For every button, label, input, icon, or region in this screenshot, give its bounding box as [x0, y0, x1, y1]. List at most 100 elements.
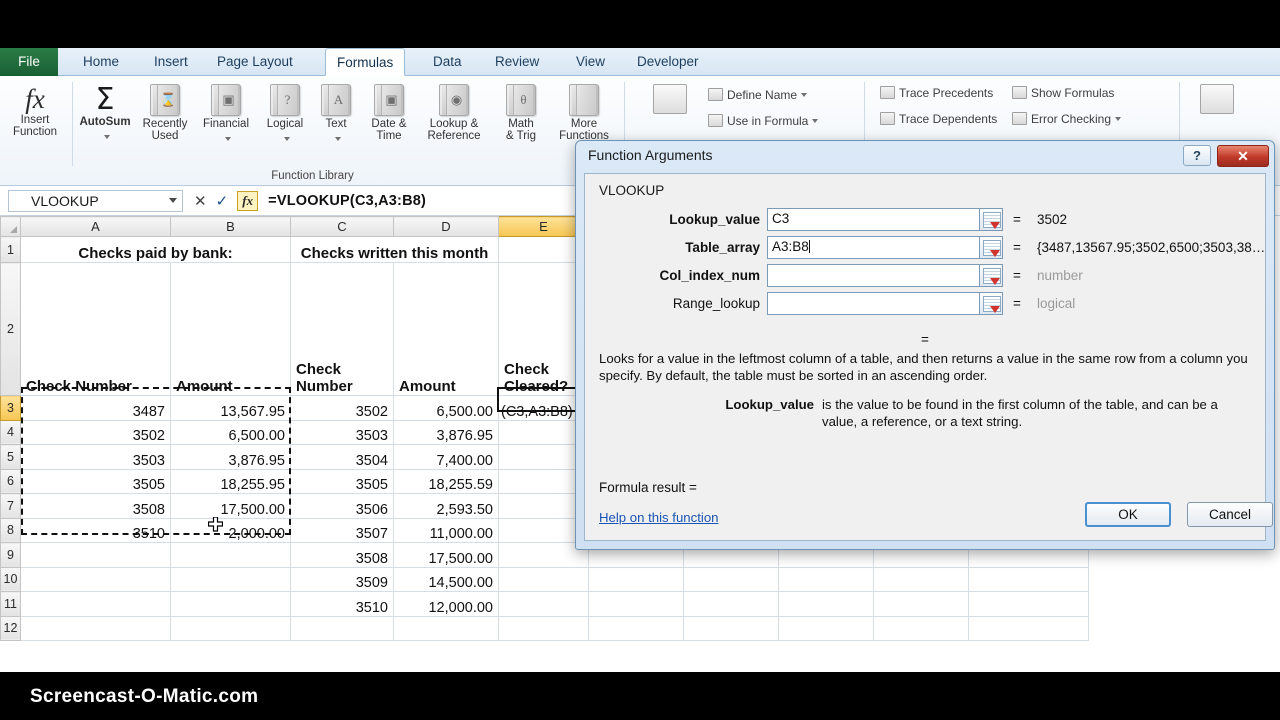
row-header-10[interactable]: 10 — [0, 566, 21, 592]
cell-c9[interactable]: 3508 — [290, 542, 394, 568]
cell-h12[interactable] — [778, 616, 874, 641]
cell-c6[interactable]: 3505 — [290, 469, 394, 494]
cell-a4[interactable]: 3502 — [20, 420, 171, 445]
dialog-close-button[interactable]: ✕ — [1217, 145, 1269, 167]
arg-input-range-lookup[interactable] — [767, 292, 992, 315]
help-on-this-function-link[interactable]: Help on this function — [599, 510, 719, 525]
define-name-button[interactable]: Define Name — [708, 88, 808, 102]
cell-b6[interactable]: 18,255.95 — [170, 469, 291, 494]
column-header-a[interactable]: A — [20, 216, 171, 237]
insert-function-button[interactable]: fx Insert Function — [4, 84, 66, 138]
cancel-formula-icon[interactable]: ✕ — [194, 192, 207, 210]
row-header-9[interactable]: 9 — [0, 542, 21, 568]
cell-b12[interactable] — [170, 616, 291, 641]
cell-d7[interactable]: 2,593.50 — [393, 493, 499, 519]
cell-h10[interactable] — [778, 567, 874, 592]
dialog-help-button[interactable]: ? — [1183, 145, 1211, 166]
row-header-5[interactable]: 5 — [0, 444, 21, 470]
cell-b10[interactable] — [170, 567, 291, 592]
cell-a1[interactable]: Checks paid by bank: — [20, 236, 291, 263]
lookup-reference-button[interactable]: ◉ Lookup & Reference — [418, 84, 490, 142]
cell-d6[interactable]: 18,255.59 — [393, 469, 499, 494]
cell-g10[interactable] — [683, 567, 779, 592]
cell-c1[interactable]: Checks written this month — [290, 236, 499, 263]
cell-i12[interactable] — [873, 616, 969, 641]
name-box-chevron-down-icon[interactable] — [169, 198, 177, 203]
name-manager-button[interactable] — [642, 84, 698, 116]
cell-d12[interactable] — [393, 616, 499, 641]
column-header-c[interactable]: C — [290, 216, 394, 237]
tab-data[interactable]: Data — [422, 48, 473, 76]
column-header-b[interactable]: B — [170, 216, 291, 237]
cell-d8[interactable]: 11,000.00 — [393, 518, 499, 543]
cell-h11[interactable] — [778, 591, 874, 617]
cell-b3[interactable]: 13,567.95 — [170, 395, 291, 421]
insert-function-icon[interactable]: fx — [237, 190, 259, 211]
column-header-d[interactable]: D — [393, 216, 499, 237]
text-button[interactable]: A Text — [312, 84, 360, 148]
cell-d4[interactable]: 3,876.95 — [393, 420, 499, 445]
error-checking-button[interactable]: Error Checking — [1012, 112, 1122, 126]
chevron-down-icon-logical[interactable] — [284, 137, 290, 141]
cell-c5[interactable]: 3504 — [290, 444, 394, 470]
math-trig-button[interactable]: θ Math & Trig — [494, 84, 548, 142]
cell-e12[interactable] — [498, 616, 589, 641]
cell-i11[interactable] — [873, 591, 969, 617]
cell-c4[interactable]: 3503 — [290, 420, 394, 445]
row-header-1[interactable]: 1 — [0, 236, 21, 263]
range-selector-icon-table-array[interactable] — [979, 236, 1003, 259]
cell-a5[interactable]: 3503 — [20, 444, 171, 470]
name-box[interactable]: VLOOKUP — [8, 189, 183, 212]
cell-b7[interactable]: 17,500.00 — [170, 493, 291, 519]
cell-d10[interactable]: 14,500.00 — [393, 567, 499, 592]
cell-c3[interactable]: 3502 — [290, 395, 394, 421]
cell-c7[interactable]: 3506 — [290, 493, 394, 519]
cell-a8[interactable]: 3510 — [20, 518, 171, 543]
autosum-button[interactable]: Σ AutoSum — [76, 84, 134, 146]
recently-used-button[interactable]: ⌛ Recently Used — [136, 84, 194, 142]
cell-a9[interactable] — [20, 542, 171, 568]
cell-c2[interactable]: Check Number — [290, 262, 394, 396]
range-selector-icon-range-lookup[interactable] — [979, 292, 1003, 315]
cell-c10[interactable]: 3509 — [290, 567, 394, 592]
tab-page-layout[interactable]: Page Layout — [206, 48, 304, 76]
cell-e11[interactable] — [498, 591, 589, 617]
cell-f10[interactable] — [588, 567, 684, 592]
date-time-button[interactable]: ▣ Date & Time — [362, 84, 416, 142]
cell-f12[interactable] — [588, 616, 684, 641]
cell-b5[interactable]: 3,876.95 — [170, 444, 291, 470]
enter-formula-icon[interactable]: ✓ — [216, 192, 229, 210]
tab-review[interactable]: Review — [484, 48, 550, 76]
chevron-down-icon[interactable] — [104, 135, 110, 139]
chevron-down-icon-financial[interactable] — [225, 137, 231, 141]
cell-c12[interactable] — [290, 616, 394, 641]
row-header-2[interactable]: 2 — [0, 262, 21, 396]
row-header-12[interactable]: 12 — [0, 615, 21, 641]
cell-d9[interactable]: 17,500.00 — [393, 542, 499, 568]
cancel-button[interactable]: Cancel — [1187, 502, 1273, 527]
cell-a3[interactable]: 3487 — [20, 395, 171, 421]
cell-d5[interactable]: 7,400.00 — [393, 444, 499, 470]
cell-j11[interactable] — [968, 591, 1089, 617]
chevron-down-icon-define-name[interactable] — [801, 93, 808, 97]
cell-i10[interactable] — [873, 567, 969, 592]
tab-view[interactable]: View — [565, 48, 616, 76]
trace-precedents-button[interactable]: Trace Precedents — [880, 86, 993, 100]
tab-developer[interactable]: Developer — [626, 48, 710, 76]
tab-home[interactable]: Home — [72, 48, 130, 76]
trace-dependents-button[interactable]: Trace Dependents — [880, 112, 997, 126]
cell-j12[interactable] — [968, 616, 1089, 641]
cell-b11[interactable] — [170, 591, 291, 617]
cell-a10[interactable] — [20, 567, 171, 592]
cell-b8[interactable]: 2,000.00 — [170, 518, 291, 543]
chevron-down-icon-text[interactable] — [335, 137, 341, 141]
row-header-7[interactable]: 7 — [0, 493, 21, 519]
row-header-4[interactable]: 4 — [0, 419, 21, 445]
ok-button[interactable]: OK — [1085, 502, 1171, 527]
cell-g12[interactable] — [683, 616, 779, 641]
cell-a11[interactable] — [20, 591, 171, 617]
tab-file[interactable]: File — [0, 48, 58, 76]
cell-a6[interactable]: 3505 — [20, 469, 171, 494]
cell-a12[interactable] — [20, 616, 171, 641]
select-all-corner[interactable] — [0, 216, 21, 237]
